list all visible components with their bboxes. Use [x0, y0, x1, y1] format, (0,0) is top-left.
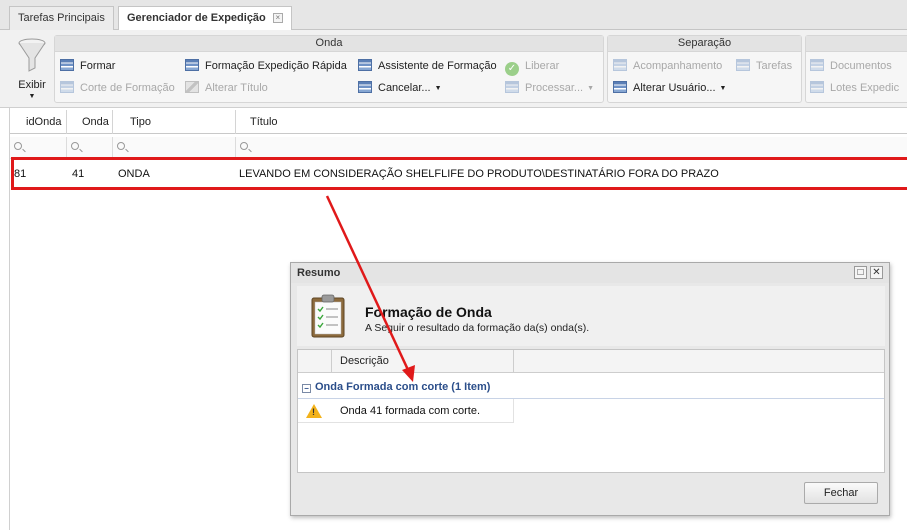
grid-icon — [358, 59, 372, 71]
tarefas-label: Tarefas — [756, 60, 793, 72]
tab-bar: Tarefas Principais Gerenciador de Expedi… — [0, 0, 907, 31]
corte-formacao-label: Corte de Formação — [80, 82, 175, 94]
chevron-down-icon: ▼ — [28, 93, 36, 100]
group-title-separacao: Separação — [608, 36, 801, 52]
column-header-titulo[interactable]: Título — [236, 110, 907, 134]
ribbon-toolbar: Exibir ▼ Onda Formar Corte de Formação F… — [0, 30, 907, 108]
filter-titulo[interactable] — [236, 137, 907, 159]
grid-icon — [60, 59, 74, 71]
group-separacao: Separação Acompanhamento Tarefas Alterar… — [607, 35, 802, 103]
column-header-descricao[interactable]: Descrição — [332, 350, 514, 373]
grid-header: idOnda Onda Tipo Título — [10, 110, 907, 134]
pencil-icon — [185, 81, 199, 93]
close-icon[interactable]: × — [272, 13, 283, 23]
dialog-subheading: A Seguir o resultado da formação da(s) o… — [365, 322, 590, 334]
filter-onda[interactable] — [67, 137, 113, 159]
acompanhamento-label: Acompanhamento — [633, 60, 723, 72]
formar-button[interactable]: Formar — [60, 58, 115, 74]
tab-tarefas-principais[interactable]: Tarefas Principais — [9, 6, 114, 30]
documentos-label: Documentos — [830, 60, 892, 72]
exibir-button[interactable]: Exibir ▼ — [8, 36, 56, 102]
clipboard-icon — [311, 294, 345, 338]
search-icon — [14, 142, 22, 150]
dialog-title: Resumo — [291, 263, 889, 283]
chevron-down-icon: ▼ — [587, 85, 595, 92]
documentos-button[interactable]: Documentos — [810, 58, 892, 74]
list-item[interactable]: ! Onda 41 formada com corte. — [298, 399, 514, 423]
red-highlight-box-edge — [896, 157, 907, 190]
group-onda: Onda Formar Corte de Formação Formação E… — [54, 35, 604, 103]
column-header-tipo[interactable]: Tipo — [113, 110, 236, 134]
column-header-idonda[interactable]: idOnda — [10, 110, 67, 134]
column-header-onda[interactable]: Onda — [67, 110, 113, 134]
assistente-formacao-button[interactable]: Assistente de Formação — [358, 58, 497, 74]
tab-label: Gerenciador de Expedição — [127, 12, 266, 24]
formacao-rapida-label: Formação Expedição Rápida — [205, 60, 347, 72]
liberar-button[interactable]: ✓ Liberar — [505, 58, 560, 76]
grid-icon — [613, 81, 627, 93]
acompanhamento-button[interactable]: Acompanhamento — [613, 58, 722, 74]
search-icon — [117, 142, 125, 150]
exibir-label: Exibir — [18, 79, 46, 91]
resumo-grid: Descrição − Onda Formada com corte (1 Ite… — [297, 349, 885, 473]
column-header-icon — [298, 350, 332, 373]
grid-icon — [60, 81, 74, 93]
chevron-down-icon: ▼ — [434, 85, 442, 92]
group-label: Onda Formada com corte (1 Item) — [315, 381, 491, 393]
search-icon — [240, 142, 248, 150]
lotes-label: Lotes Expedic — [830, 82, 900, 94]
corte-formacao-button[interactable]: Corte de Formação — [60, 80, 175, 96]
processar-label: Processar... — [525, 82, 584, 94]
alterar-titulo-label: Alterar Título — [205, 82, 268, 94]
resumo-dialog: Resumo □ ✕ Formação de Onda A Seguir o r… — [290, 262, 890, 516]
cancelar-label: Cancelar... — [378, 82, 431, 94]
cancelar-dropdown[interactable]: Cancelar... ▼ — [358, 80, 442, 96]
check-icon: ✓ — [505, 62, 519, 76]
formar-label: Formar — [80, 60, 116, 72]
assistente-label: Assistente de Formação — [378, 60, 497, 72]
grid-icon — [810, 59, 824, 71]
grid-icon — [810, 81, 824, 93]
close-icon[interactable]: ✕ — [870, 266, 883, 279]
group-row-onda-formada[interactable]: − Onda Formada com corte (1 Item) — [298, 375, 884, 399]
collapse-icon[interactable]: − — [302, 384, 311, 393]
formacao-rapida-button[interactable]: Formação Expedição Rápida — [185, 58, 347, 74]
dialog-header: Formação de Onda A Seguir o resultado da… — [297, 286, 885, 346]
funnel-icon — [18, 38, 46, 72]
group-title-documentos — [806, 36, 907, 52]
filter-idonda[interactable] — [10, 137, 67, 159]
search-icon — [71, 142, 79, 150]
warning-mark: ! — [312, 407, 315, 417]
filter-tipo[interactable] — [113, 137, 236, 159]
tab-label: Tarefas Principais — [18, 12, 105, 24]
fechar-button[interactable]: Fechar — [804, 482, 878, 504]
maximize-icon[interactable]: □ — [854, 266, 867, 279]
grid-icon — [185, 59, 199, 71]
grid-icon — [358, 81, 372, 93]
tarefas-button[interactable]: Tarefas — [736, 58, 792, 74]
grid-icon — [505, 81, 519, 93]
red-highlight-box — [11, 157, 901, 190]
group-documentos: Documentos Lotes Expedic — [805, 35, 907, 103]
list-item-label: Onda 41 formada com corte. — [340, 405, 481, 417]
lotes-expedicao-button[interactable]: Lotes Expedic — [810, 80, 899, 96]
chevron-down-icon: ▼ — [719, 85, 727, 92]
alterar-usuario-label: Alterar Usuário... — [633, 82, 716, 94]
filter-row — [10, 137, 907, 159]
alterar-titulo-button[interactable]: Alterar Título — [185, 80, 268, 96]
resumo-grid-header: Descrição — [298, 350, 884, 373]
dialog-heading: Formação de Onda — [365, 304, 492, 320]
group-title-onda: Onda — [55, 36, 603, 52]
grid-icon — [613, 59, 627, 71]
liberar-label: Liberar — [525, 60, 560, 72]
processar-dropdown[interactable]: Processar... ▼ — [505, 80, 594, 96]
alterar-usuario-dropdown[interactable]: Alterar Usuário... ▼ — [613, 80, 726, 96]
tab-gerenciador-expedicao[interactable]: Gerenciador de Expedição × — [118, 6, 292, 31]
grid-icon — [736, 59, 750, 71]
